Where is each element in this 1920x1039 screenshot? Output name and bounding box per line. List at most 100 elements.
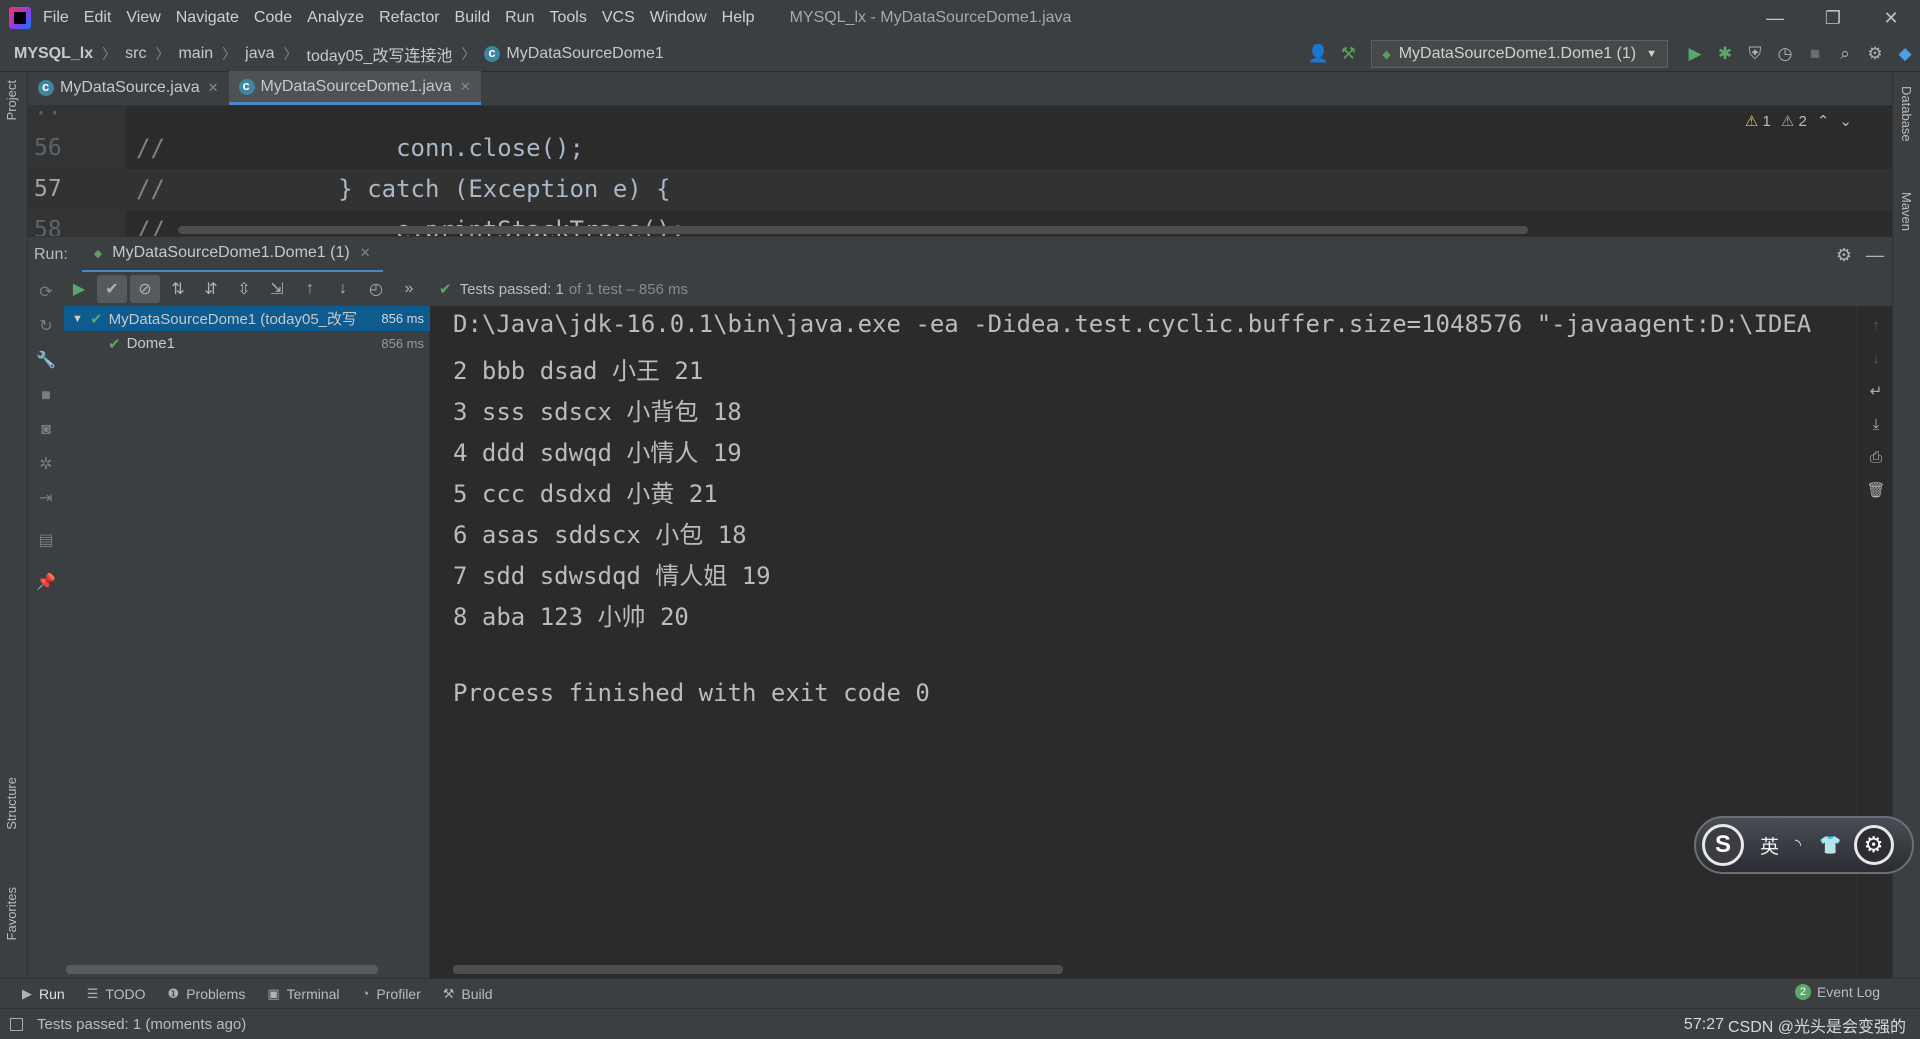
ime-language[interactable]: 英 bbox=[1760, 832, 1779, 859]
coverage-icon[interactable]: ⛨ bbox=[1740, 39, 1770, 69]
menu-build[interactable]: Build bbox=[455, 9, 491, 27]
up-arrow-icon[interactable]: ↑ bbox=[1865, 314, 1887, 336]
sort-duration-icon[interactable]: ⇵ bbox=[196, 275, 226, 303]
tab-mydatasourcedome1[interactable]: MyDataSourceDome1.java ✕ bbox=[228, 71, 481, 105]
stop-icon[interactable]: ■ bbox=[34, 384, 58, 408]
user-account-icon[interactable]: 👤 bbox=[1303, 39, 1333, 69]
run-icon[interactable]: ▶ bbox=[1680, 39, 1710, 69]
chevron-down-icon[interactable]: ⌄ bbox=[1839, 112, 1852, 130]
debug-icon[interactable]: ✱ bbox=[1710, 39, 1740, 69]
camera-icon[interactable]: ◙ bbox=[34, 418, 58, 442]
wrench-icon[interactable]: 🔧 bbox=[34, 348, 58, 372]
minimize-icon[interactable]: — bbox=[1746, 0, 1804, 36]
test-case-row[interactable]: ✔ Dome1 856 ms bbox=[64, 331, 430, 356]
exit-icon[interactable]: ⇥ bbox=[34, 486, 58, 510]
menu-analyze[interactable]: Analyze bbox=[307, 9, 364, 27]
sogou-logo-icon[interactable]: S bbox=[1702, 824, 1744, 866]
menu-run[interactable]: Run bbox=[505, 9, 534, 27]
weak-warning-count[interactable]: ⚠ 2 bbox=[1781, 112, 1807, 130]
toggle-auto-test-icon[interactable]: ↻ bbox=[34, 314, 58, 338]
scroll-to-end-icon[interactable]: ⤓ bbox=[1865, 413, 1887, 435]
next-test-icon[interactable]: ↓ bbox=[328, 275, 358, 303]
build-hammer-icon[interactable]: ⚒ bbox=[1333, 39, 1363, 69]
breadcrumb-src[interactable]: src bbox=[125, 45, 146, 63]
inspection-widget[interactable]: ⚠ 1 ⚠ 2 ⌃ ⌄ bbox=[1745, 112, 1852, 130]
history-icon[interactable]: ◴ bbox=[361, 275, 391, 303]
previous-test-icon[interactable]: ↑ bbox=[295, 275, 325, 303]
status-message[interactable]: Tests passed: 1 (moments ago) bbox=[10, 1016, 246, 1033]
console-output[interactable]: D:\Java\jdk-16.0.1\bin\java.exe -ea -Did… bbox=[430, 306, 1856, 978]
tab-mydatasource[interactable]: MyDataSource.java ✕ bbox=[28, 71, 229, 105]
breadcrumb-package[interactable]: today05_改写连接池 bbox=[307, 42, 453, 66]
menu-view[interactable]: View bbox=[126, 9, 160, 27]
menu-edit[interactable]: Edit bbox=[84, 9, 112, 27]
menu-tools[interactable]: Tools bbox=[549, 9, 586, 27]
menu-help[interactable]: Help bbox=[722, 9, 755, 27]
close-tab-icon[interactable]: ✕ bbox=[460, 79, 471, 95]
layout-icon[interactable]: ▤ bbox=[34, 528, 58, 552]
run-tab[interactable]: ◆ MyDataSourceDome1.Dome1 (1) ✕ bbox=[81, 237, 383, 273]
ime-toolbar[interactable]: S 英 ◝ 👕 ⚙ bbox=[1694, 816, 1914, 874]
database-tool-tab[interactable]: Database bbox=[1899, 86, 1914, 142]
breadcrumb-project[interactable]: MYSQL_lx bbox=[14, 45, 93, 63]
tab-profiler[interactable]: ◔ Profiler bbox=[362, 986, 421, 1002]
ime-settings-icon[interactable]: ⚙ bbox=[1853, 825, 1894, 865]
menu-code[interactable]: Code bbox=[254, 9, 292, 27]
close-tab-icon[interactable]: ✕ bbox=[208, 80, 219, 96]
soft-wrap-icon[interactable]: ↵ bbox=[1865, 380, 1887, 402]
event-log[interactable]: 2 Event Log bbox=[1794, 984, 1880, 1000]
settings-gear-icon[interactable]: ⚙ bbox=[1836, 245, 1852, 266]
rerun-failed-icon[interactable]: ⟳ bbox=[34, 280, 58, 304]
close-icon[interactable]: ✕ bbox=[1862, 0, 1920, 36]
menu-window[interactable]: Window bbox=[650, 9, 707, 27]
tab-terminal[interactable]: ▣ Terminal bbox=[267, 986, 339, 1002]
stop-icon[interactable]: ■ bbox=[1800, 39, 1830, 69]
print-icon[interactable]: ⎙ bbox=[1865, 446, 1887, 468]
breadcrumb-main[interactable]: main bbox=[178, 45, 213, 63]
caret-position[interactable]: 57:27 bbox=[1684, 1016, 1724, 1034]
pin-icon[interactable]: 📌 bbox=[34, 570, 58, 594]
settings-gear-icon[interactable]: ⚙ bbox=[1860, 39, 1890, 69]
tab-build[interactable]: ⚒ Build bbox=[443, 986, 493, 1002]
hide-panel-icon[interactable]: — bbox=[1866, 245, 1884, 266]
search-icon[interactable]: ⌕ bbox=[1830, 39, 1860, 69]
tree-horizontal-scrollbar[interactable] bbox=[66, 965, 378, 974]
project-tool-tab[interactable]: Project bbox=[4, 80, 19, 120]
show-ignored-icon[interactable]: ⊘ bbox=[130, 275, 160, 303]
sort-alpha-icon[interactable]: ⇅ bbox=[163, 275, 193, 303]
console-horizontal-scrollbar[interactable] bbox=[453, 965, 1063, 974]
collapse-all-icon[interactable]: ⇲ bbox=[262, 275, 292, 303]
chevron-up-icon[interactable]: ⌃ bbox=[1817, 112, 1830, 130]
tab-run[interactable]: ▶ Run bbox=[22, 986, 65, 1002]
restore-icon[interactable]: ❐ bbox=[1804, 0, 1862, 36]
test-suite-row[interactable]: ▼ ✔ MyDataSourceDome1 (today05_改写 856 ms bbox=[64, 306, 430, 331]
tool-windows-toggle-icon[interactable] bbox=[10, 1017, 23, 1031]
warning-count[interactable]: ⚠ 1 bbox=[1745, 112, 1771, 130]
run-icon[interactable]: ▶ bbox=[64, 275, 94, 303]
code-editor[interactable]: ·· 56 // conn.close(); 57 // } catch (Ex… bbox=[28, 106, 1892, 236]
trash-icon[interactable]: 🗑 bbox=[1865, 479, 1887, 501]
ime-punctuation-icon[interactable]: ◝ bbox=[1795, 835, 1801, 855]
menu-vcs[interactable]: VCS bbox=[602, 9, 635, 27]
tab-todo[interactable]: ☰ TODO bbox=[87, 986, 146, 1002]
editor-horizontal-scrollbar[interactable] bbox=[178, 226, 1528, 234]
close-tab-icon[interactable]: ✕ bbox=[360, 245, 371, 261]
menu-navigate[interactable]: Navigate bbox=[176, 9, 239, 27]
maven-tool-tab[interactable]: Maven bbox=[1899, 192, 1914, 231]
chevron-down-icon[interactable]: ▼ bbox=[72, 313, 86, 325]
ide-update-icon[interactable]: ◆ bbox=[1890, 39, 1920, 69]
menu-refactor[interactable]: Refactor bbox=[379, 9, 439, 27]
breadcrumb-file[interactable]: MyDataSourceDome1 bbox=[484, 45, 664, 63]
breadcrumb-java[interactable]: java bbox=[245, 45, 274, 63]
menu-file[interactable]: File bbox=[43, 9, 69, 27]
tab-problems[interactable]: ❶ Problems bbox=[168, 986, 246, 1002]
show-passed-icon[interactable]: ✔ bbox=[97, 275, 127, 303]
profile-icon[interactable]: ◷ bbox=[1770, 39, 1800, 69]
favorites-tool-tab[interactable]: Favorites bbox=[4, 887, 19, 940]
gear-bug-icon[interactable]: ✲ bbox=[34, 452, 58, 476]
expand-all-icon[interactable]: ⇳ bbox=[229, 275, 259, 303]
structure-tool-tab[interactable]: Structure bbox=[4, 777, 19, 830]
ime-skin-icon[interactable]: 👕 bbox=[1819, 835, 1841, 856]
down-arrow-icon[interactable]: ↓ bbox=[1865, 347, 1887, 369]
run-configuration-select[interactable]: ◆ MyDataSourceDome1.Dome1 (1) ▼ bbox=[1371, 40, 1668, 68]
